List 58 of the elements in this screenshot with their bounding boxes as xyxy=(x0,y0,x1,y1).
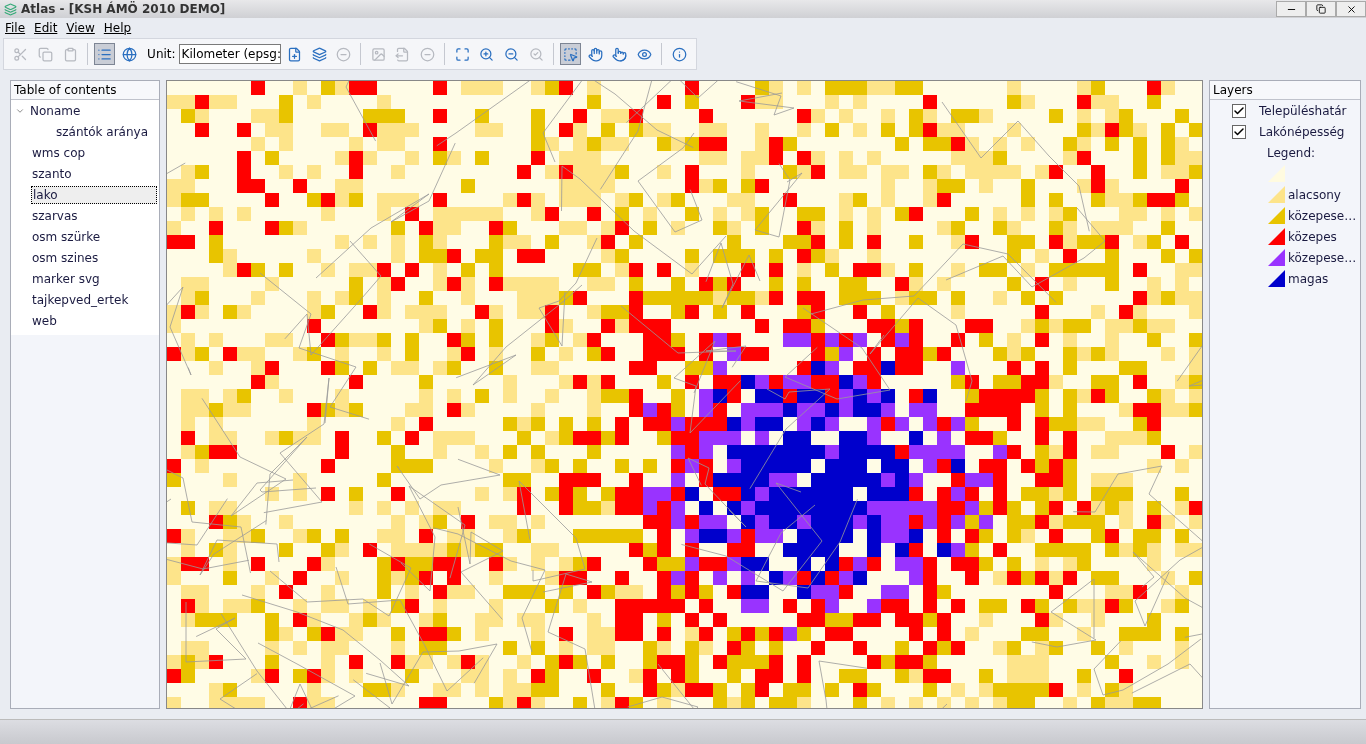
eye-icon xyxy=(637,46,652,62)
checkbox[interactable] xyxy=(1232,124,1246,139)
menu-item[interactable]: File xyxy=(5,21,26,35)
layer-item[interactable]: tajkepved_ertek xyxy=(31,291,130,308)
menu-item[interactable]: Help xyxy=(103,21,132,35)
layer-item[interactable]: osm szürke xyxy=(31,228,102,245)
unit-dropdown[interactable]: Kilometer (epsg: xyxy=(178,44,281,64)
window-title: Atlas - [KSH ÁMÖ 2010 DEMO] xyxy=(21,2,226,16)
legend-label: alacsony xyxy=(1287,186,1342,203)
list-icon xyxy=(97,46,113,62)
panel-title: Table of contents xyxy=(11,81,159,100)
scissors-icon xyxy=(13,46,29,62)
layer-item[interactable]: marker svg xyxy=(31,270,101,287)
layer-item[interactable]: web xyxy=(31,312,58,329)
layers-icon xyxy=(311,46,327,62)
zoom-out-icon xyxy=(503,46,519,62)
restore-button[interactable] xyxy=(1306,1,1336,17)
layer-name: Lakónépesség xyxy=(1258,123,1346,140)
export-icon xyxy=(395,46,411,62)
layer-item[interactable]: szanto xyxy=(31,165,73,182)
legend-label: magas xyxy=(1287,270,1330,287)
layer-item[interactable]: osm szines xyxy=(31,249,100,266)
layer-item[interactable]: szántók aránya xyxy=(55,123,150,140)
zoom-selection-icon xyxy=(528,46,544,62)
layer-item[interactable]: szarvas xyxy=(31,207,79,224)
paste-icon xyxy=(62,46,78,62)
layer-name: Településhatár xyxy=(1258,102,1348,119)
legend-label: közepese… xyxy=(1287,249,1358,266)
close-button[interactable] xyxy=(1336,1,1366,17)
panel-title: Layers xyxy=(1210,81,1360,100)
pointer-icon xyxy=(612,46,628,62)
remove-icon xyxy=(336,46,352,62)
restore-icon xyxy=(1316,4,1326,14)
full-extent-icon xyxy=(454,46,470,62)
app-icon xyxy=(4,2,17,16)
map-drawing[interactable] xyxy=(167,81,1202,708)
hand-icon xyxy=(587,46,603,62)
image-icon xyxy=(370,46,386,62)
remove-icon xyxy=(420,46,435,62)
zoom-in-icon xyxy=(479,46,495,62)
layer-item[interactable]: lako xyxy=(31,185,157,204)
layer-item[interactable]: wms cop xyxy=(31,144,87,161)
legend-label: közepese… xyxy=(1287,207,1358,224)
select-icon xyxy=(563,46,579,62)
checkbox[interactable] xyxy=(1232,103,1246,118)
legend-label: közepes xyxy=(1287,228,1338,245)
menu-item[interactable]: Edit xyxy=(34,21,58,35)
layer-item[interactable]: Noname xyxy=(29,102,82,119)
list-button[interactable] xyxy=(93,43,116,65)
close-icon xyxy=(1345,3,1357,15)
select-button[interactable] xyxy=(559,43,582,65)
info-icon xyxy=(671,46,687,62)
legend-title: Legend: xyxy=(1266,144,1317,161)
globe-icon xyxy=(121,46,137,62)
unit-label: Unit: xyxy=(147,47,176,61)
add-file-icon xyxy=(286,46,302,62)
menu-item[interactable]: View xyxy=(66,21,95,35)
copy-icon xyxy=(37,46,53,62)
